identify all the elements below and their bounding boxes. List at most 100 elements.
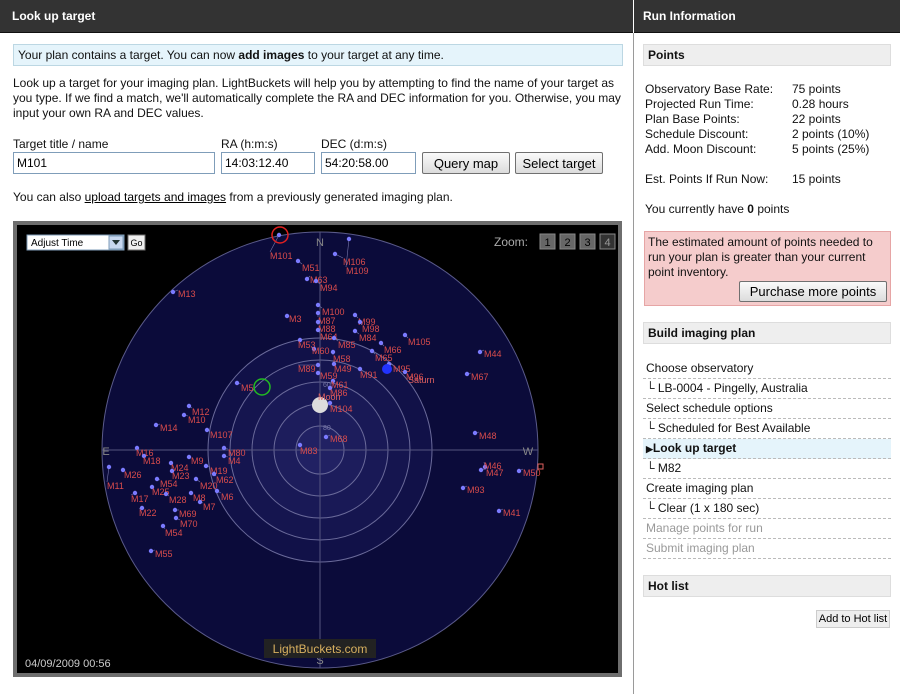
sky-object-marker[interactable] (464, 371, 470, 377)
sky-object-label[interactable]: M107 (210, 430, 233, 440)
sky-object-marker[interactable] (315, 362, 321, 368)
sky-object-marker[interactable] (154, 476, 160, 482)
sky-object-marker[interactable] (221, 445, 227, 451)
sky-object-label[interactable]: M28 (169, 495, 187, 505)
sky-object-label[interactable]: M26 (124, 470, 142, 480)
sky-object-label[interactable]: M10 (188, 415, 206, 425)
sky-object-label[interactable]: M60 (312, 346, 330, 356)
sky-object-label[interactable]: M54 (165, 528, 183, 538)
build-step[interactable]: └ LB-0004 - Pingelly, Australia (643, 379, 891, 399)
sky-object-label[interactable]: M62 (216, 475, 234, 485)
sky-object-marker[interactable] (402, 332, 408, 338)
sky-object-label[interactable]: M93 (467, 485, 485, 495)
sky-object-marker[interactable] (369, 348, 375, 354)
sky-object-marker[interactable] (304, 276, 310, 282)
sky-object-marker[interactable] (315, 302, 321, 308)
build-step[interactable]: └ Clear (1 x 180 sec) (643, 499, 891, 519)
sky-object-marker[interactable] (148, 548, 154, 554)
sky-object-marker[interactable] (332, 251, 338, 257)
sky-object-marker[interactable] (170, 289, 176, 295)
sky-object-marker[interactable] (106, 464, 112, 470)
sky-object-marker[interactable] (276, 232, 282, 238)
build-step[interactable]: Choose observatory (643, 359, 891, 379)
sky-object-marker[interactable] (352, 328, 358, 334)
sky-object-label[interactable]: M44 (484, 349, 502, 359)
select-target-button[interactable]: Select target (515, 152, 603, 174)
sky-object-marker[interactable] (173, 515, 179, 521)
sky-object-label[interactable]: M70 (180, 519, 198, 529)
sky-object-marker[interactable] (315, 310, 321, 316)
build-step[interactable]: Select schedule options (643, 399, 891, 419)
sky-object-label[interactable]: M69 (179, 509, 197, 519)
sky-object-label[interactable]: M4 (228, 456, 241, 466)
purchase-points-button[interactable]: Purchase more points (739, 281, 887, 302)
sky-object-marker[interactable] (221, 453, 227, 459)
sky-object-marker[interactable] (460, 485, 466, 491)
sky-object-label[interactable]: M14 (160, 423, 178, 433)
sky-object-label[interactable]: M91 (360, 370, 378, 380)
sky-object-marker[interactable] (496, 508, 502, 514)
sky-object-marker[interactable] (323, 434, 329, 440)
sky-object-label[interactable]: M89 (298, 364, 316, 374)
build-step[interactable]: └ Scheduled for Best Available (643, 419, 891, 439)
sky-object-label[interactable]: M17 (131, 494, 149, 504)
sky-object-marker[interactable] (516, 468, 522, 474)
build-step[interactable]: └ M82 (643, 459, 891, 479)
sky-object-label[interactable]: M94 (320, 283, 338, 293)
sky-object-marker[interactable] (295, 258, 301, 264)
saturn-icon[interactable] (382, 364, 392, 374)
sky-object-marker[interactable] (181, 412, 187, 418)
sky-object-label[interactable]: M65 (375, 353, 393, 363)
sky-object-label[interactable]: M85 (338, 340, 356, 350)
sky-object-label[interactable]: M22 (139, 508, 157, 518)
sky-object-label[interactable]: M68 (330, 434, 348, 444)
ra-input[interactable] (221, 152, 315, 174)
sky-object-label[interactable]: M105 (408, 337, 431, 347)
sky-object-label[interactable]: M6 (221, 492, 234, 502)
sky-object-marker[interactable] (352, 312, 358, 318)
sky-object-marker[interactable] (472, 430, 478, 436)
sky-object-label[interactable]: M83 (300, 446, 318, 456)
sky-object-marker[interactable] (234, 380, 240, 386)
build-step[interactable]: Create imaging plan (643, 479, 891, 499)
sky-object-label[interactable]: M101 (270, 251, 293, 261)
sky-object-label[interactable]: M51 (302, 263, 320, 273)
sky-object-marker[interactable] (378, 340, 384, 346)
sky-object-label[interactable]: M55 (155, 549, 173, 559)
sky-object-label[interactable]: M41 (503, 508, 521, 518)
sky-object-marker[interactable] (172, 507, 178, 513)
dec-input[interactable] (321, 152, 416, 174)
sky-object-marker[interactable] (186, 403, 192, 409)
sky-object-label[interactable]: M3 (289, 314, 302, 324)
add-to-hot-list-button[interactable]: Add to Hot list (816, 610, 890, 628)
sky-object-marker[interactable] (313, 278, 319, 284)
sky-object-label[interactable]: M58 (333, 354, 351, 364)
sky-object-label[interactable]: M18 (143, 456, 161, 466)
target-title-input[interactable] (13, 152, 215, 174)
sky-object-marker[interactable] (478, 467, 484, 473)
sky-map-canvas[interactable]: N S E W 60 80 M101M51M106M109M63M94M13M3… (17, 225, 618, 673)
sky-object-label[interactable]: M11 (107, 481, 124, 491)
sky-object-label[interactable]: M7 (203, 502, 216, 512)
sky-object-label[interactable]: M47 (486, 468, 504, 478)
query-map-button[interactable]: Query map (422, 152, 510, 174)
sky-object-marker[interactable] (203, 463, 209, 469)
sky-object-label[interactable]: M9 (191, 456, 204, 466)
sky-object-label[interactable]: M104 (330, 404, 353, 414)
sky-object-label[interactable]: M13 (178, 289, 196, 299)
sky-object-label[interactable]: M67 (471, 372, 489, 382)
sky-object-label[interactable]: M48 (479, 431, 497, 441)
sky-object-label[interactable]: M20 (200, 481, 218, 491)
build-step-current[interactable]: ▶Look up target (643, 439, 891, 459)
sky-object-marker[interactable] (477, 349, 483, 355)
sky-object-label[interactable]: M5 (241, 383, 254, 393)
sky-object-marker[interactable] (163, 491, 169, 497)
sky-object-marker[interactable] (204, 427, 210, 433)
sky-object-label[interactable]: M84 (359, 333, 377, 343)
sky-object-label[interactable]: M109 (346, 266, 369, 276)
sky-object-marker[interactable] (331, 335, 337, 341)
sky-map[interactable]: N S E W 60 80 M101 M51 M106 M109 M63 M94 M13 M3… (13, 221, 622, 677)
sky-object-marker[interactable] (214, 488, 220, 494)
sky-object-marker[interactable] (153, 422, 159, 428)
sky-object-marker[interactable] (346, 236, 352, 242)
